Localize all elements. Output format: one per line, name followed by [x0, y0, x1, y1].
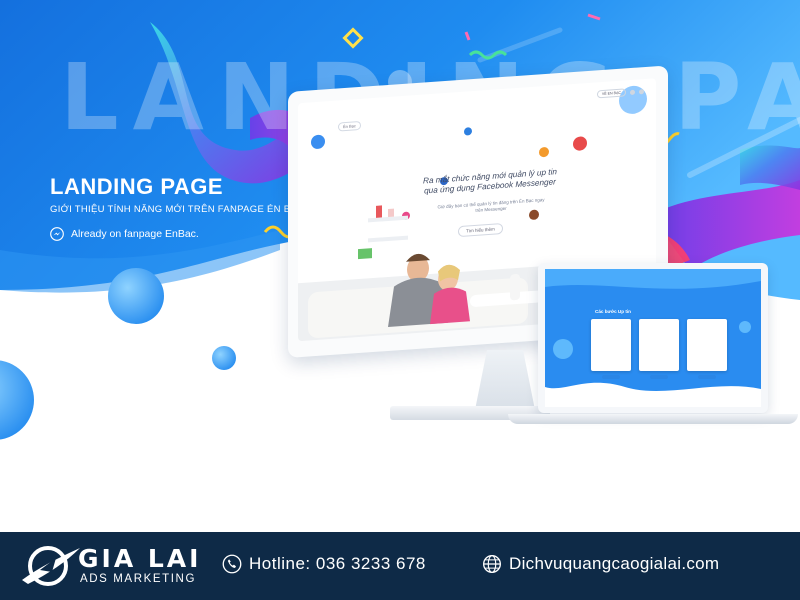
hotline[interactable]: Hotline: 036 3233 678: [222, 554, 426, 574]
step-card: [639, 319, 679, 371]
laptop-lid: Các bước Up tin: [538, 263, 768, 413]
hero-headline: LANDING PAGE: [50, 174, 224, 199]
fanpage-note: Already on fanpage EnBac.: [50, 227, 199, 241]
website-link[interactable]: Dichvuquangcaogialai.com: [482, 554, 719, 574]
phone-icon: [222, 554, 242, 574]
screen-nav-dot: [630, 89, 635, 95]
brand-name: GIA LAI: [78, 544, 202, 573]
website-text: Dichvuquangcaogialai.com: [509, 554, 720, 573]
step-card-button: [698, 375, 716, 379]
step-card-button: [602, 375, 620, 379]
brand-subtitle: ADS MARKETING: [80, 573, 197, 585]
hero-subline: GIỚI THIỆU TÍNH NĂNG MỚI TRÊN FANPAGE ÉN…: [50, 204, 305, 215]
footer-bar: GIA LAI ADS MARKETING Hotline: 036 3233 …: [0, 532, 800, 600]
step-card-button: [650, 375, 668, 379]
screen-nav-dot: [639, 88, 644, 94]
screen-logo: Én Bạc: [338, 120, 361, 132]
step-card: [591, 319, 631, 371]
messenger-icon: [50, 227, 64, 241]
couple-photo: [298, 253, 568, 342]
laptop-screen: Các bước Up tin: [545, 269, 761, 407]
laptop-base: [508, 414, 798, 424]
gia-lai-logo-icon: [22, 546, 80, 586]
hero-banner: LANDING PAGE LANDING PAGE GIỚI THIỆU TÍN…: [0, 0, 800, 532]
hotline-text: Hotline: 036 3233 678: [249, 554, 426, 573]
laptop-screen-heading: Các bước Up tin: [595, 309, 631, 314]
globe-icon: [483, 555, 501, 573]
fanpage-note-text: Already on fanpage EnBac.: [71, 228, 199, 240]
laptop-mockup: Các bước Up tin: [538, 263, 768, 421]
step-card: [687, 319, 727, 371]
